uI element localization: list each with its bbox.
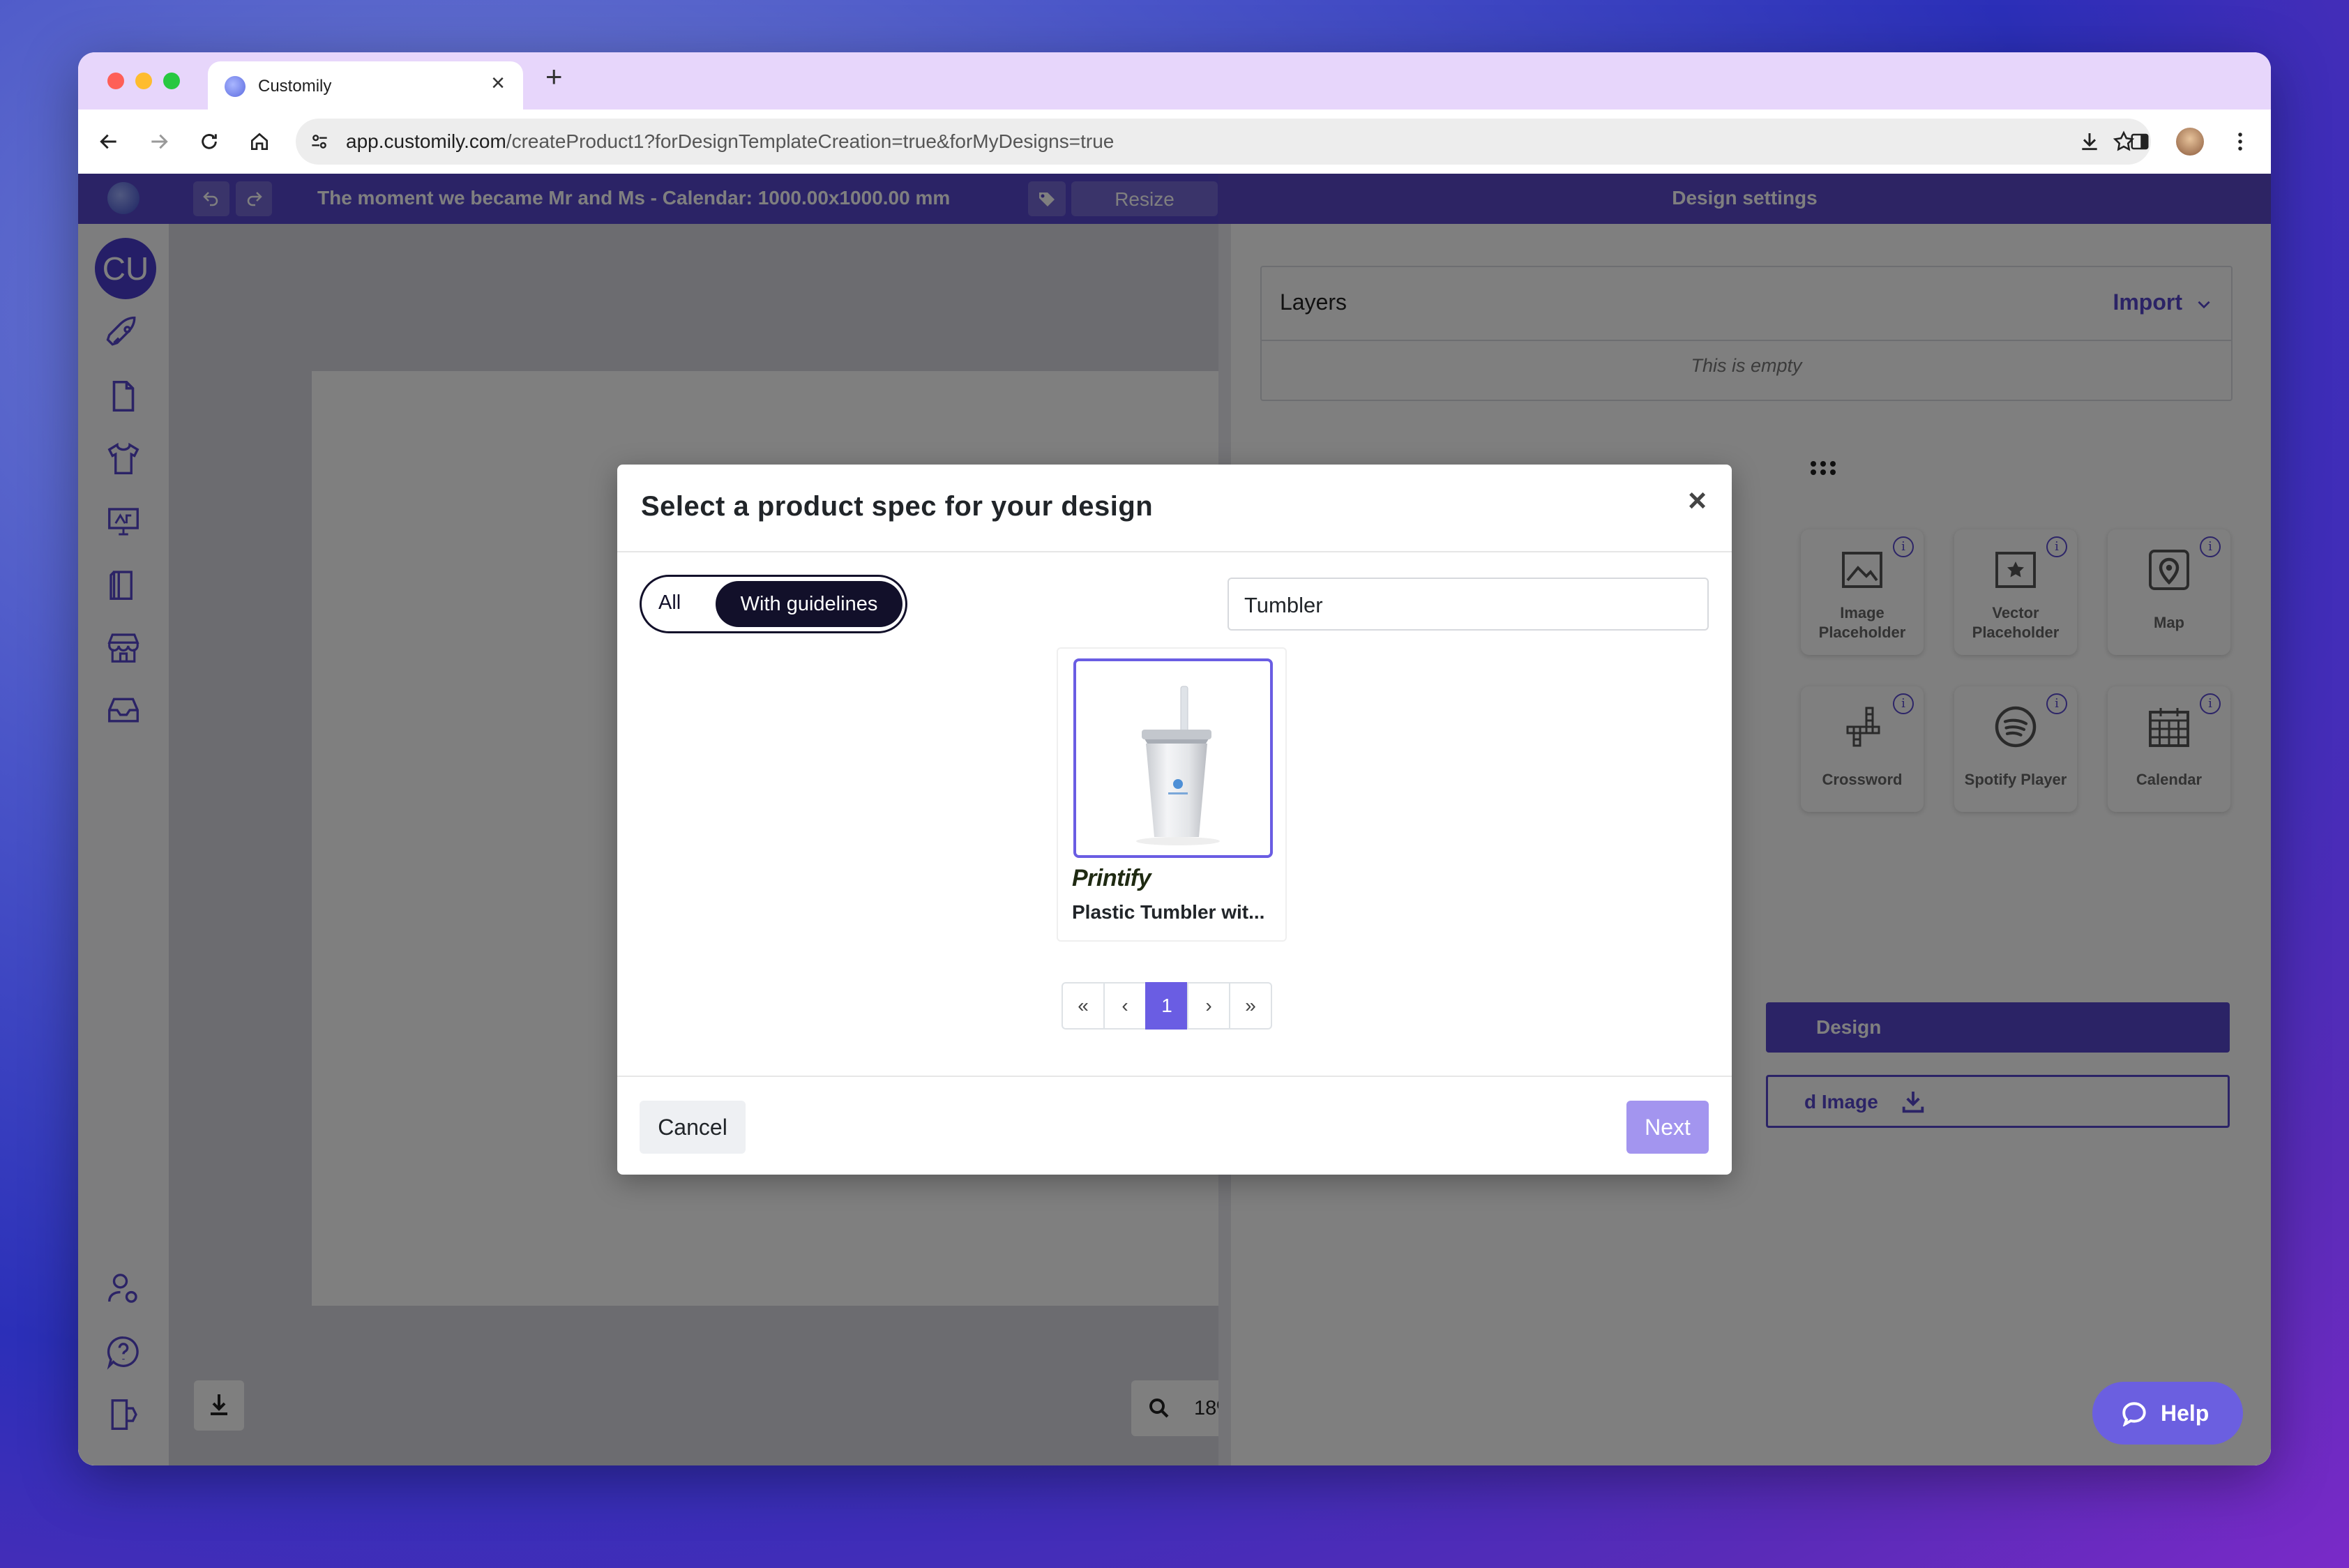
reload-icon[interactable] xyxy=(192,125,226,158)
forward-arrow-icon[interactable] xyxy=(142,125,176,158)
new-tab-button[interactable]: + xyxy=(545,62,563,91)
modal-title: Select a product spec for your design xyxy=(641,491,1154,522)
close-window-button[interactable] xyxy=(107,73,124,89)
browser-toolbar: app.customily.com/createProduct1?forDesi… xyxy=(78,110,2271,174)
url-text: app.customily.com/createProduct1?forDesi… xyxy=(346,130,1114,153)
pagination-prev[interactable]: ‹ xyxy=(1103,982,1147,1030)
site-settings-icon[interactable] xyxy=(308,130,331,156)
pagination-next[interactable]: › xyxy=(1187,982,1230,1030)
profile-avatar[interactable] xyxy=(2176,128,2204,156)
pagination: « ‹ 1 › » xyxy=(1062,982,1272,1030)
tab-strip: Customily × + xyxy=(78,52,2271,110)
tab-title: Customily xyxy=(258,77,332,96)
browser-tab[interactable]: Customily × xyxy=(208,61,523,110)
pagination-last[interactable]: » xyxy=(1229,982,1272,1030)
product-card[interactable]: Printify Plastic Tumbler wit... xyxy=(1057,647,1287,942)
modal-header-divider xyxy=(617,551,1732,552)
side-panel-icon[interactable] xyxy=(2123,125,2157,158)
modal-footer-divider xyxy=(617,1076,1732,1077)
pagination-page-1[interactable]: 1 xyxy=(1145,982,1188,1030)
download-icon[interactable] xyxy=(2073,125,2106,158)
tab-close-icon[interactable]: × xyxy=(491,71,505,95)
pagination-first[interactable]: « xyxy=(1062,982,1105,1030)
product-spec-modal: Select a product spec for your design × … xyxy=(617,465,1732,1175)
product-brand-logo: Printify xyxy=(1072,865,1151,891)
customily-favicon-icon xyxy=(225,76,246,97)
modal-close-icon[interactable]: × xyxy=(1688,484,1707,516)
url-path: /createProduct1?forDesignTemplateCreatio… xyxy=(506,130,1115,152)
home-icon[interactable] xyxy=(243,125,276,158)
product-image xyxy=(1073,658,1273,858)
url-domain: app.customily.com xyxy=(346,130,506,152)
minimize-window-button[interactable] xyxy=(135,73,152,89)
cancel-button[interactable]: Cancel xyxy=(640,1101,746,1154)
next-button[interactable]: Next xyxy=(1626,1101,1709,1154)
filter-guidelines-option[interactable]: With guidelines xyxy=(716,581,902,627)
filter-all-option[interactable]: All xyxy=(658,591,681,615)
filter-toggle: All With guidelines xyxy=(640,575,907,633)
back-arrow-icon[interactable] xyxy=(92,125,126,158)
help-label: Help xyxy=(2161,1401,2210,1426)
address-bar[interactable]: app.customily.com/createProduct1?forDesi… xyxy=(296,119,2151,165)
chat-bubble-icon xyxy=(2122,1402,2146,1426)
product-name: Plastic Tumbler wit... xyxy=(1072,901,1265,923)
more-menu-icon[interactable] xyxy=(2223,125,2257,158)
product-search-input[interactable]: Tumbler xyxy=(1228,578,1709,631)
search-value: Tumbler xyxy=(1244,593,1323,617)
maximize-window-button[interactable] xyxy=(163,73,180,89)
help-button[interactable]: Help xyxy=(2092,1382,2243,1445)
